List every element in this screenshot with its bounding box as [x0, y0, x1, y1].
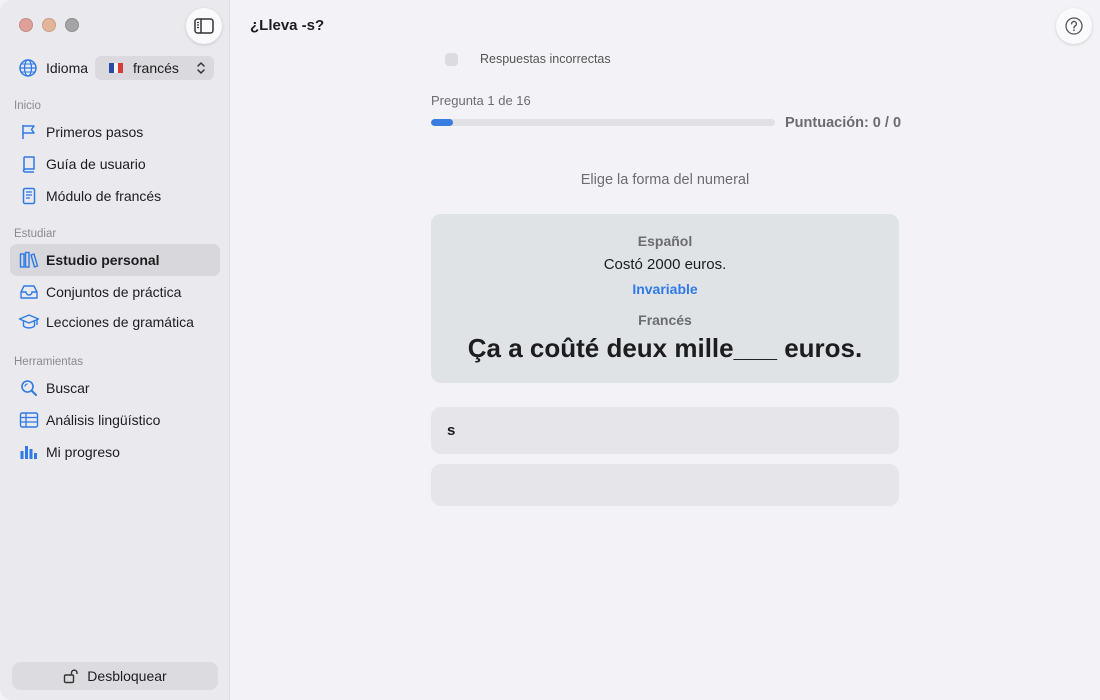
question-counter: Pregunta 1 de 16 — [431, 93, 531, 108]
page-title: ¿Lleva -s? — [250, 17, 325, 34]
table-icon — [19, 412, 39, 428]
sidebar-item-label: Análisis lingüístico — [46, 412, 161, 428]
window-controls — [19, 18, 79, 32]
wrong-answers-checkbox[interactable] — [445, 52, 458, 66]
sidebar-item-estudio-personal[interactable]: Estudio personal — [10, 244, 220, 276]
question-card: Español Costó 2000 euros. Invariable Fra… — [431, 214, 899, 383]
section-title-estudiar: Estudiar — [14, 228, 57, 240]
chevron-updown-icon — [197, 62, 205, 74]
source-sentence: Costó 2000 euros. — [603, 256, 727, 273]
sidebar-item-label: Estudio personal — [46, 252, 160, 268]
answer-option-2[interactable] — [431, 464, 899, 506]
hint-text: Invariable — [632, 281, 698, 297]
minimize-window-button[interactable] — [42, 18, 56, 32]
score-label: Puntuación: 0 / 0 — [785, 115, 902, 131]
source-language-label: Español — [637, 233, 693, 249]
graduation-cap-icon — [18, 314, 40, 329]
sidebar-item-primeros-pasos[interactable]: Primeros pasos — [10, 116, 220, 148]
wrong-answers-toggle[interactable]: Respuestas incorrectas — [445, 52, 611, 66]
flag-france-icon — [109, 63, 124, 73]
sidebar-item-label: Mi progreso — [46, 444, 120, 460]
bar-chart-icon — [20, 446, 37, 459]
sidebar-item-modulo-frances[interactable]: Módulo de francés — [10, 180, 220, 212]
app-window: Idioma francés Inicio Primeros pasos Guí… — [0, 0, 1100, 700]
sidebar-toggle-icon — [194, 18, 214, 34]
target-language-label: Francés — [638, 312, 692, 328]
sidebar-item-label: Primeros pasos — [46, 124, 144, 140]
book-icon — [22, 156, 35, 173]
progress-bar — [431, 119, 775, 126]
sidebar-toggle-button[interactable] — [186, 8, 222, 44]
section-title-inicio: Inicio — [14, 100, 41, 112]
question-icon — [1065, 17, 1083, 35]
language-value: francés — [133, 60, 179, 76]
unlock-icon — [64, 669, 78, 684]
sidebar-item-label: Lecciones de gramática — [46, 314, 194, 330]
sidebar-item-buscar[interactable]: Buscar — [10, 372, 220, 404]
sidebar-item-analisis-linguistico[interactable]: Análisis lingüístico — [10, 404, 220, 436]
document-icon — [22, 187, 36, 205]
sidebar: Idioma francés Inicio Primeros pasos Guí… — [0, 0, 230, 700]
sidebar-item-guia-usuario[interactable]: Guía de usuario — [10, 148, 220, 180]
close-window-button[interactable] — [19, 18, 33, 32]
language-row: Idioma francés — [18, 56, 214, 80]
progress-fill — [431, 119, 453, 126]
magnifier-icon — [21, 380, 37, 396]
target-sentence: Ça a coûté deux mille___ euros. — [467, 333, 863, 363]
section-title-herramientas: Herramientas — [14, 356, 84, 368]
help-button[interactable] — [1056, 8, 1092, 44]
sidebar-item-conjuntos-practica[interactable]: Conjuntos de práctica — [10, 276, 220, 308]
flag-icon — [22, 125, 35, 139]
sidebar-item-label: Conjuntos de práctica — [46, 284, 182, 300]
sidebar-item-lecciones-gramatica[interactable]: Lecciones de gramática — [10, 306, 220, 338]
tray-icon — [20, 285, 38, 299]
sidebar-item-mi-progreso[interactable]: Mi progreso — [10, 436, 220, 468]
unlock-label: Desbloquear — [87, 668, 167, 684]
books-icon — [19, 251, 39, 268]
instruction-text: Elige la forma del numeral — [580, 172, 750, 188]
zoom-window-button[interactable] — [65, 18, 79, 32]
sidebar-item-label: Guía de usuario — [46, 156, 146, 172]
language-select[interactable]: francés — [95, 56, 214, 80]
language-label: Idioma — [46, 60, 89, 76]
globe-icon — [19, 59, 37, 77]
sidebar-item-label: Buscar — [46, 380, 90, 396]
unlock-button[interactable]: Desbloquear — [12, 662, 218, 690]
wrong-answers-label: Respuestas incorrectas — [480, 52, 611, 66]
answer-option-1[interactable]: s — [431, 407, 899, 454]
sidebar-item-label: Módulo de francés — [46, 188, 162, 204]
